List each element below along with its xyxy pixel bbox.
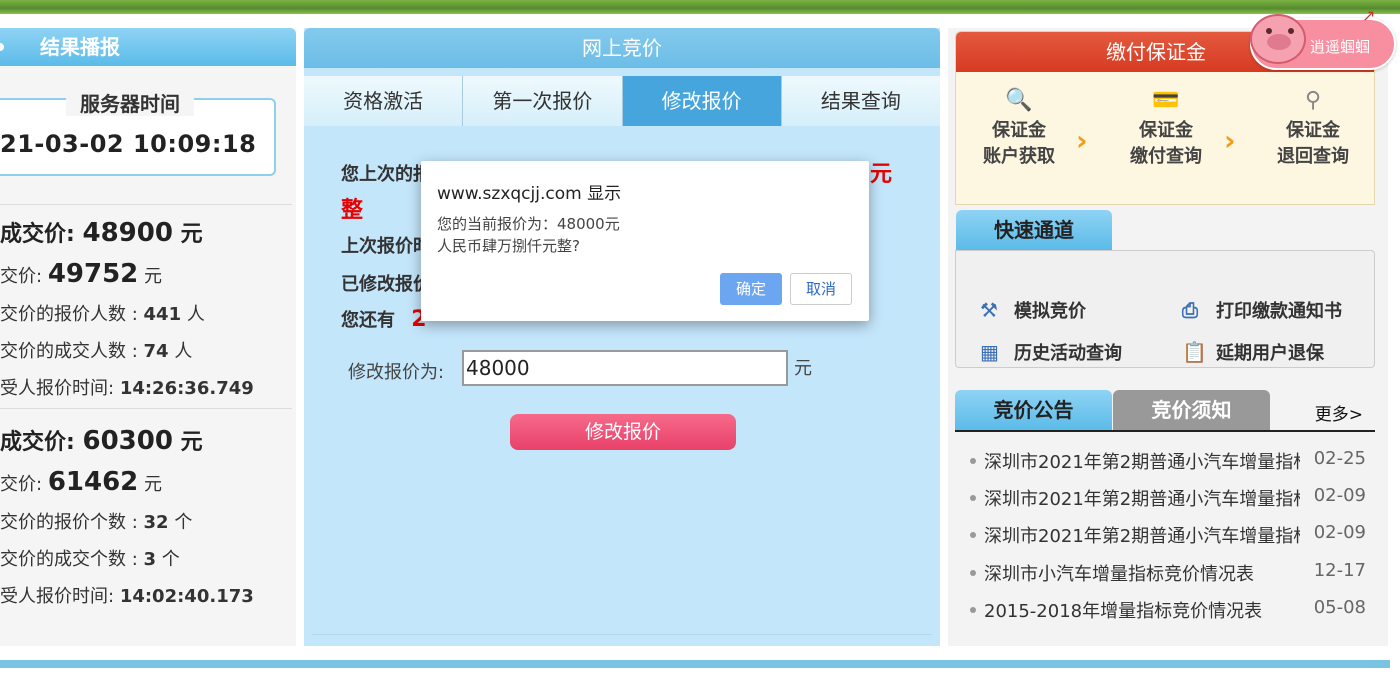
tab-bidding-announcements[interactable]: 竞价公告 bbox=[955, 390, 1112, 430]
chevron-right-icon: › bbox=[1224, 124, 1236, 157]
binoculars-icon: ⚲ bbox=[1304, 88, 1322, 113]
gavel-icon: ⚒ bbox=[980, 298, 998, 322]
online-bidding-header: 网上竞价 bbox=[304, 28, 940, 68]
right-panel: 缴付保证金 🔍 保证金 账户获取 › 💳 保证金 缴付查询 › ⚲ 保证金 退回查询 … bbox=[948, 28, 1388, 646]
tab-first-bid[interactable]: 第一次报价 bbox=[463, 76, 623, 126]
avg-price-line: 交价: 61462 元 bbox=[0, 467, 163, 497]
deposit-payment-query-link[interactable]: 💳 保证金 缴付查询 bbox=[1111, 88, 1221, 170]
results-broadcast-title: 结果播报 bbox=[40, 35, 120, 59]
bullet-icon bbox=[970, 495, 976, 501]
last-bid-line: 您上次的报 bbox=[341, 164, 431, 185]
bullet-icon bbox=[970, 458, 976, 464]
dialog-title: www.szxqcjj.com 显示 bbox=[437, 184, 622, 204]
bullet-icon bbox=[970, 532, 976, 538]
more-link[interactable]: 更多> bbox=[1315, 400, 1363, 425]
news-item[interactable]: 深圳市2021年第2期普通小汽车增量指标 02-25 bbox=[970, 448, 1370, 474]
remaining-chances-line: 您还有 2 bbox=[341, 307, 427, 332]
winners-count-line: 交价的成交人数 : 74 人 bbox=[0, 341, 193, 362]
deposit-account-link[interactable]: 🔍 保证金 账户获取 bbox=[964, 88, 1074, 170]
avg-price-line: 交价: 49752 元 bbox=[0, 259, 163, 289]
modify-bid-input[interactable]: 48000 bbox=[462, 350, 788, 386]
printer-icon: ⎙ bbox=[1182, 298, 1198, 322]
accept-time-line: 受人报价时间: 14:02:40.173 bbox=[0, 586, 254, 607]
cancel-button[interactable]: 取消 bbox=[790, 273, 852, 305]
news-item[interactable]: 深圳市2021年第2期普通小汽车增量指标 02-09 bbox=[970, 485, 1370, 511]
tab-result-query[interactable]: 结果查询 bbox=[781, 76, 940, 126]
history-query-link[interactable]: ▦ 历史活动查询 bbox=[980, 339, 1122, 365]
arrow-up-right-icon: ↗ bbox=[1362, 6, 1376, 25]
header-grass-banner bbox=[0, 0, 1400, 14]
modify-bid-button[interactable]: 修改报价 bbox=[510, 414, 736, 450]
dialog-message-line1: 您的当前报价为：48000元 bbox=[437, 215, 620, 233]
bullet-icon bbox=[970, 607, 976, 613]
last-bid-amount-tail: 元 bbox=[870, 162, 893, 187]
mascot-badge[interactable]: 逍遥蝈蝈 bbox=[1250, 14, 1396, 70]
tab-bidding-notice[interactable]: 竞价须知 bbox=[1113, 390, 1270, 430]
server-time-value: 21-03-02 10:09:18 bbox=[0, 130, 257, 158]
yuan-unit: 元 bbox=[794, 358, 812, 379]
quick-access-box: ⚒ 模拟竞价 ⎙ 打印缴款通知书 ▦ 历史活动查询 📋 延期用户退保 bbox=[955, 250, 1375, 368]
modify-bid-label: 修改报价为: bbox=[348, 362, 445, 383]
bidding-tabs: 资格激活 第一次报价 修改报价 结果查询 bbox=[304, 76, 940, 126]
results-broadcast-header: 结果播报 bbox=[0, 28, 296, 66]
last-bid-amount-end: 整 bbox=[341, 198, 364, 223]
server-time-title: 服务器时间 bbox=[0, 88, 260, 117]
print-payment-notice-link[interactable]: ⎙ 打印缴款通知书 bbox=[1182, 297, 1342, 323]
clipboard-icon: 📋 bbox=[1182, 340, 1207, 364]
last-bid-time-line: 上次报价时 bbox=[341, 236, 431, 257]
deal-price-line: 成交价: 60300 元 bbox=[0, 426, 203, 456]
bullet-icon bbox=[970, 570, 976, 576]
news-tabs: 竞价公告 竞价须知 更多> bbox=[955, 390, 1375, 432]
tab-modify-bid[interactable]: 修改报价 bbox=[622, 76, 782, 126]
results-broadcast-panel: 结果播报 服务器时间 21-03-02 10:09:18 成交价: 48900 … bbox=[0, 28, 296, 646]
calendar-icon: ▦ bbox=[980, 340, 999, 364]
news-item[interactable]: 深圳市2021年第2期普通小汽车增量指标 02-09 bbox=[970, 522, 1370, 548]
news-item[interactable]: 深圳市小汽车增量指标竞价情况表 12-17 bbox=[970, 560, 1370, 586]
deal-price-line: 成交价: 48900 元 bbox=[0, 218, 203, 248]
dialog-message-line2: 人民币肆万捌仟元整? bbox=[437, 237, 580, 255]
divider bbox=[0, 408, 292, 409]
divider bbox=[0, 204, 292, 205]
confirm-dialog: www.szxqcjj.com 显示 您的当前报价为：48000元 人民币肆万捌… bbox=[421, 161, 869, 321]
mascot-badge-label: 逍遥蝈蝈 bbox=[1310, 38, 1371, 56]
footer-bar bbox=[0, 660, 1390, 668]
document-search-icon: 🔍 bbox=[1005, 88, 1033, 113]
modified-count-line: 已修改报价 bbox=[341, 274, 431, 295]
tab-qualification-activation[interactable]: 资格激活 bbox=[304, 76, 464, 126]
bullet-icon bbox=[0, 43, 4, 51]
bidders-count-line: 交价的报价人数 : 441 人 bbox=[0, 304, 205, 325]
simulated-bidding-link[interactable]: ⚒ 模拟竞价 bbox=[980, 297, 1086, 323]
winners-count-line: 交价的成交个数 : 3 个 bbox=[0, 549, 180, 570]
news-item[interactable]: 2015-2018年增量指标竞价情况表 05-08 bbox=[970, 597, 1370, 623]
accept-time-line: 受人报价时间: 14:26:36.749 bbox=[0, 378, 254, 399]
card-icon: 💳 bbox=[1152, 88, 1180, 113]
confirm-button[interactable]: 确定 bbox=[720, 273, 782, 305]
divider bbox=[312, 634, 932, 635]
chevron-right-icon: › bbox=[1076, 124, 1088, 157]
pig-icon bbox=[1250, 14, 1306, 64]
extension-refund-link[interactable]: 📋 延期用户退保 bbox=[1182, 339, 1324, 365]
bidders-count-line: 交价的报价个数 : 32 个 bbox=[0, 512, 193, 533]
quick-access-title: 快速通道 bbox=[956, 210, 1112, 250]
online-bidding-panel: 网上竞价 资格激活 第一次报价 修改报价 结果查询 您上次的报 元 整 上次报价… bbox=[304, 28, 940, 646]
deposit-refund-query-link[interactable]: ⚲ 保证金 退回查询 bbox=[1258, 88, 1368, 170]
